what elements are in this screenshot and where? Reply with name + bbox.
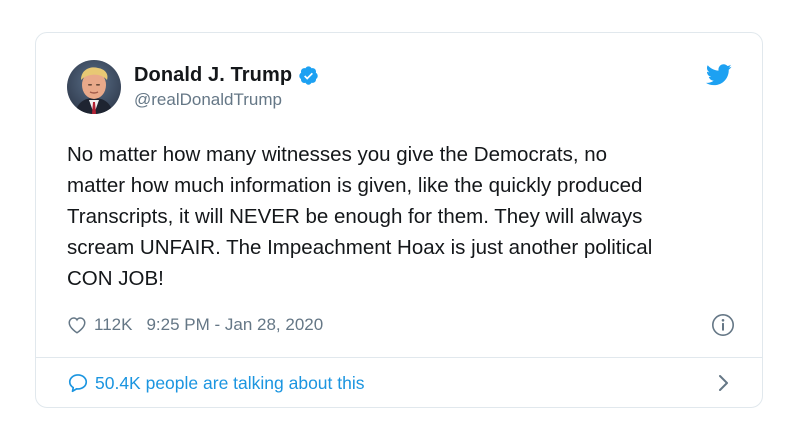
chevron-right-icon[interactable] (717, 374, 729, 392)
handle[interactable]: @realDonaldTrump (134, 90, 319, 110)
avatar[interactable] (67, 60, 121, 114)
verified-badge-icon (299, 65, 318, 85)
avatar-image (67, 60, 121, 114)
speech-bubble-icon (68, 374, 88, 393)
tweet-meta: 112K 9:25 PM - Jan 28, 2020 (67, 313, 735, 337)
conversation-link[interactable]: 50.4K people are talking about this (67, 370, 735, 396)
info-icon[interactable] (711, 313, 735, 337)
timestamp[interactable]: 9:25 PM - Jan 28, 2020 (146, 315, 323, 335)
conversation-label[interactable]: 50.4K people are talking about this (95, 373, 365, 394)
heart-icon[interactable] (67, 316, 87, 334)
display-name-row: Donald J. Trump (134, 62, 319, 88)
twitter-bird-icon[interactable] (706, 64, 732, 86)
tweet-text: No matter how many witnesses you give th… (67, 143, 653, 290)
tweet-header: Donald J. Trump @realDonaldTrump (67, 60, 736, 120)
divider (36, 357, 762, 358)
like-count[interactable]: 112K (94, 315, 132, 335)
display-name[interactable]: Donald J. Trump (134, 64, 292, 87)
tweet-card[interactable]: Donald J. Trump @realDonaldTrump No matt… (35, 32, 763, 408)
author-info: Donald J. Trump @realDonaldTrump (134, 62, 319, 110)
